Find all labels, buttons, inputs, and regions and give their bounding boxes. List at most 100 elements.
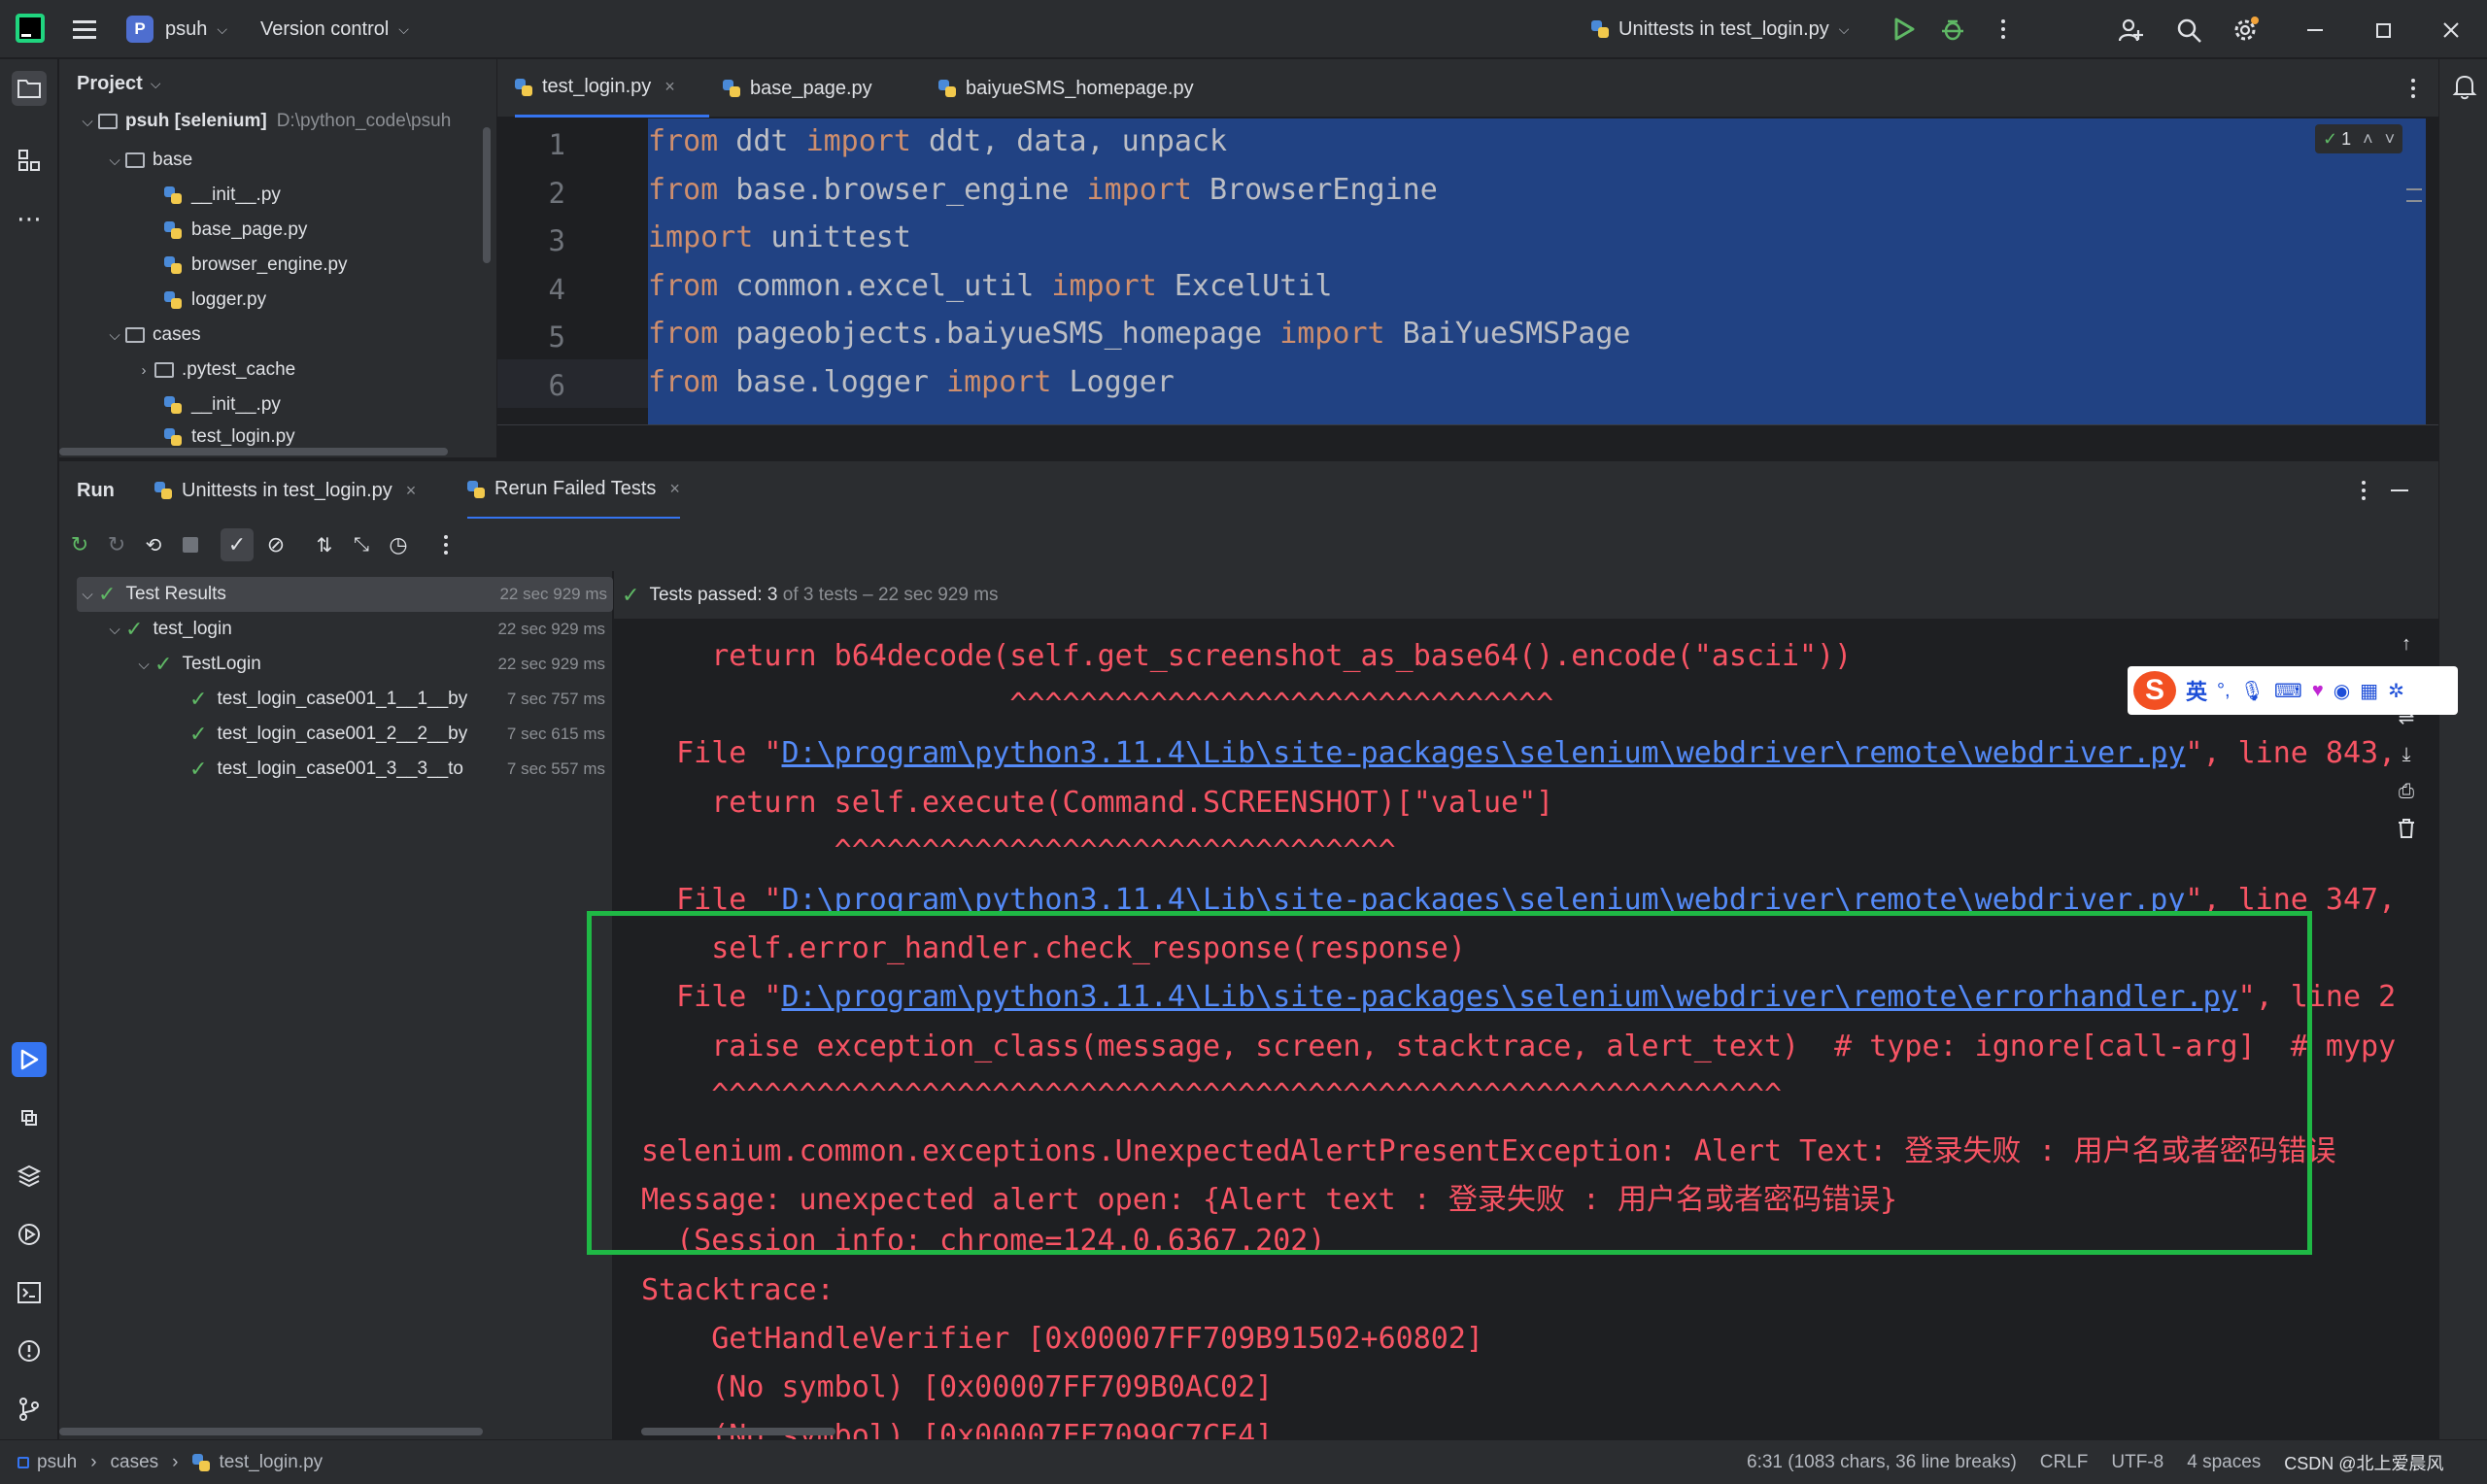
microphone-icon[interactable]: 🎙 bbox=[2240, 679, 2265, 703]
project-selector[interactable]: P psuh ⌵ bbox=[126, 14, 227, 45]
code-keyword: import bbox=[1051, 268, 1157, 303]
debug-icon[interactable] bbox=[1937, 14, 1968, 45]
punctuation-icon[interactable]: °, bbox=[2217, 680, 2231, 702]
chevron-down-icon: ⌵ bbox=[138, 656, 150, 673]
add-user-icon[interactable] bbox=[2114, 14, 2147, 47]
rerun-failed-icon[interactable]: ↻ bbox=[102, 530, 131, 559]
show-ignored-icon[interactable]: ⊘ bbox=[261, 530, 290, 559]
check-icon: ✓ bbox=[2323, 128, 2338, 149]
file-encoding[interactable]: UTF-8 bbox=[2111, 1452, 2163, 1473]
rerun-icon[interactable]: ↻ bbox=[65, 530, 94, 559]
main-menu-icon[interactable] bbox=[70, 16, 99, 43]
tab-rerun-failed-tests[interactable]: Rerun Failed Tests × bbox=[467, 461, 680, 520]
close-tab-icon[interactable]: × bbox=[669, 479, 680, 499]
more-tools-icon[interactable]: ⋯ bbox=[12, 201, 47, 236]
test-class-row[interactable]: ⌵ ✓ TestLogin 22 sec 929 ms bbox=[133, 647, 605, 682]
close-tab-icon[interactable]: × bbox=[664, 77, 675, 97]
chevron-up-icon[interactable]: ˄ bbox=[2363, 129, 2373, 150]
indent-setting[interactable]: 4 spaces bbox=[2187, 1452, 2261, 1473]
toolbox-icon[interactable]: ▦ bbox=[2360, 679, 2378, 703]
tree-file[interactable]: __init__.py bbox=[164, 388, 281, 422]
breadcrumb-item[interactable]: test_login.py bbox=[220, 1452, 324, 1473]
problems-icon[interactable] bbox=[12, 1333, 47, 1368]
tree-folder-pytest-cache[interactable]: › .pytest_cache bbox=[133, 353, 296, 388]
toolbar-more-icon[interactable] bbox=[436, 530, 456, 559]
terminal-icon[interactable] bbox=[12, 1275, 47, 1310]
breadcrumb-item[interactable]: cases bbox=[111, 1452, 159, 1473]
project-scrollbar[interactable] bbox=[483, 127, 491, 263]
structure-tool-icon[interactable] bbox=[12, 143, 47, 178]
test-results-root[interactable]: ⌵ ✓ Test Results 22 sec 929 ms bbox=[77, 577, 613, 612]
run-icon[interactable] bbox=[1889, 14, 1920, 45]
notifications-bell-icon[interactable] bbox=[2449, 71, 2480, 102]
print-icon[interactable]: ⎙ bbox=[2392, 777, 2421, 806]
breadcrumb-item[interactable]: psuh bbox=[37, 1452, 77, 1473]
tree-file[interactable]: logger.py bbox=[164, 283, 266, 318]
minimize-icon[interactable] bbox=[2299, 14, 2332, 47]
tree-file[interactable]: base_page.py bbox=[164, 213, 307, 248]
tree-folder-base[interactable]: ⌵ base bbox=[104, 143, 192, 178]
run-tool-icon[interactable] bbox=[12, 1042, 47, 1077]
tab-test-login[interactable]: test_login.py × bbox=[515, 59, 709, 118]
console-hscrollbar[interactable] bbox=[641, 1428, 835, 1435]
chevron-down-icon[interactable]: ˅ bbox=[2385, 129, 2396, 150]
skin-icon[interactable]: ♥ bbox=[2312, 680, 2324, 702]
sort-icon[interactable]: ⇅ bbox=[310, 530, 339, 559]
project-hscrollbar[interactable] bbox=[59, 448, 448, 455]
code-area[interactable]: from ddt import ddt, data, unpack from ba… bbox=[648, 118, 2426, 424]
test-case-row[interactable]: ✓ test_login_case001_1__1__by 7 sec 757 … bbox=[189, 682, 605, 717]
tab-baiyuesms-homepage[interactable]: baiyueSMS_homepage.py bbox=[938, 59, 1194, 118]
scroll-to-end-icon[interactable]: ⤓ bbox=[2392, 740, 2421, 769]
ime-toolbar[interactable]: S 英 °, 🎙 ⌨ ♥ ◉ ▦ ✲ bbox=[2128, 666, 2458, 715]
project-panel-header[interactable]: Project ⌵ bbox=[77, 69, 160, 98]
show-passed-icon[interactable]: ✓ bbox=[221, 528, 254, 561]
python-file-icon bbox=[723, 80, 740, 97]
keyboard-icon[interactable]: ⌨ bbox=[2274, 679, 2302, 703]
inspection-widget[interactable]: ✓ 1 ˄ ˅ bbox=[2315, 124, 2403, 153]
tree-file[interactable]: browser_engine.py bbox=[164, 248, 348, 283]
line-separator[interactable]: CRLF bbox=[2040, 1452, 2089, 1473]
pycharm-logo-icon[interactable] bbox=[16, 14, 45, 43]
search-icon[interactable] bbox=[2172, 14, 2205, 47]
maximize-icon[interactable] bbox=[2367, 14, 2400, 47]
caret-position[interactable]: 6:31 (1083 chars, 36 line breaks) bbox=[1747, 1452, 2017, 1473]
ime-lang[interactable]: 英 bbox=[2186, 675, 2207, 706]
results-hscrollbar[interactable] bbox=[59, 1428, 483, 1435]
arrow-up-icon[interactable]: ↑ bbox=[2392, 629, 2421, 658]
close-tab-icon[interactable]: × bbox=[406, 481, 417, 501]
more-actions-icon[interactable] bbox=[1988, 14, 2019, 45]
history-icon[interactable]: ◷ bbox=[384, 530, 413, 559]
services-icon[interactable] bbox=[12, 1217, 47, 1252]
python-packages-icon[interactable] bbox=[12, 1159, 47, 1194]
trash-icon[interactable] bbox=[2392, 814, 2421, 843]
python-console-icon[interactable] bbox=[12, 1100, 47, 1135]
status-prefix: Tests passed: bbox=[649, 584, 767, 605]
tree-item-label: cases bbox=[153, 324, 201, 345]
tab-unittests[interactable]: Unittests in test_login.py × bbox=[154, 461, 416, 520]
version-control-menu[interactable]: Version control ⌵ bbox=[260, 14, 409, 45]
tabs-more-icon[interactable] bbox=[2402, 73, 2425, 104]
collapse-icon[interactable]: ⤡ bbox=[347, 530, 376, 559]
tab-base-page[interactable]: base_page.py bbox=[723, 59, 872, 118]
project-tool-icon[interactable] bbox=[12, 71, 47, 106]
hide-panel-icon[interactable] bbox=[2391, 489, 2408, 491]
tree-file[interactable]: __init__.py bbox=[164, 178, 281, 213]
toggle-auto-test-icon[interactable]: ⟲ bbox=[139, 530, 168, 559]
gamepad-icon[interactable]: ◉ bbox=[2334, 679, 2350, 703]
test-case-row[interactable]: ✓ test_login_case001_2__2__by 7 sec 615 … bbox=[189, 717, 605, 752]
tree-item-label: __init__.py bbox=[191, 394, 281, 415]
run-panel-more-icon[interactable] bbox=[2352, 475, 2375, 506]
ime-settings-icon[interactable]: ✲ bbox=[2388, 679, 2404, 703]
stop-icon[interactable] bbox=[176, 530, 205, 559]
tree-root[interactable]: ⌵ psuh [selenium] D:\python_code\psuh bbox=[77, 108, 494, 135]
console-text: ", line 843, bbox=[2185, 736, 2397, 771]
test-case-row[interactable]: ✓ test_login_case001_3__3__to 7 sec 557 … bbox=[189, 752, 605, 787]
file-link[interactable]: D:\program\python3.11.4\Lib\site-package… bbox=[782, 736, 2186, 770]
tree-folder-cases[interactable]: ⌵ cases bbox=[104, 318, 201, 353]
settings-gear-icon[interactable] bbox=[2229, 14, 2262, 47]
close-window-icon[interactable] bbox=[2435, 14, 2468, 47]
run-config-selector[interactable]: Unittests in test_login.py ⌵ bbox=[1591, 14, 1849, 45]
sogou-logo-icon[interactable]: S bbox=[2133, 671, 2176, 710]
git-branch-icon[interactable] bbox=[12, 1392, 47, 1427]
test-suite-row[interactable]: ⌵ ✓ test_login 22 sec 929 ms bbox=[104, 612, 605, 647]
